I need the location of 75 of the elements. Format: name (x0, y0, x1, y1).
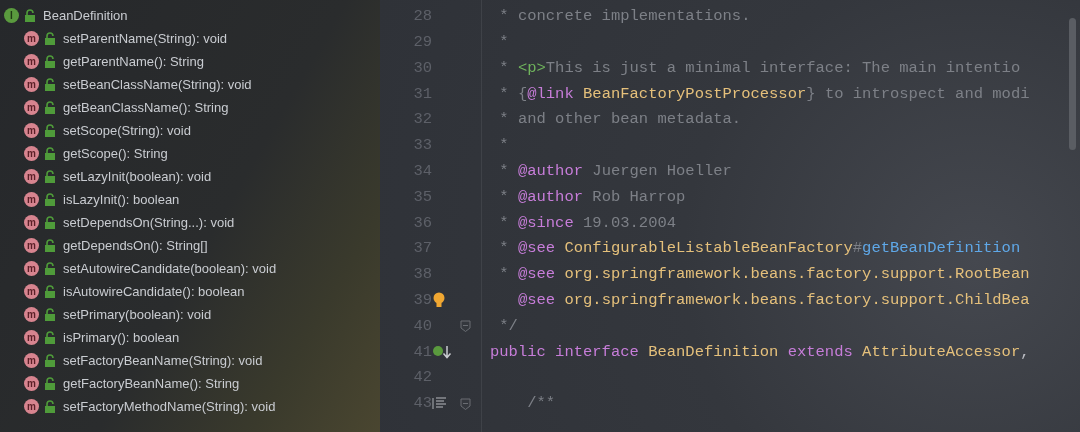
tree-item[interactable]: m setParentName(String): void (0, 27, 380, 50)
lock-icon (44, 285, 56, 298)
lock-icon (44, 78, 56, 91)
lock-icon (44, 262, 56, 275)
code-line: * {@link BeanFactoryPostProcessor} to introspect and modi (498, 83, 1030, 105)
method-icon: m (24, 307, 39, 322)
code-line: * @author Rob Harrop (498, 186, 686, 208)
scrollbar[interactable] (1069, 18, 1076, 150)
method-icon: m (24, 215, 39, 230)
tree-item[interactable]: m getBeanClassName(): String (0, 96, 380, 119)
tree-item[interactable]: m isAutowireCandidate(): boolean (0, 280, 380, 303)
tree-item[interactable]: m isPrimary(): boolean (0, 326, 380, 349)
tree-item[interactable]: m setBeanClassName(String): void (0, 73, 380, 96)
code-line: /** (526, 393, 556, 415)
method-icon: m (24, 330, 39, 345)
method-icon: m (24, 100, 39, 115)
tree-item[interactable]: m setScope(String): void (0, 119, 380, 142)
code-line: @see org.springframework.beans.factory.support.ChildBea (516, 290, 1030, 312)
code-line: */ (498, 315, 518, 337)
lock-icon (44, 32, 56, 45)
code-line: public interface BeanDefinition extends AttributeAccessor, (490, 341, 1030, 363)
method-icon: m (24, 399, 39, 414)
lock-icon (44, 400, 56, 413)
tree-item[interactable]: m setFactoryMethodName(String): void (0, 395, 380, 418)
lock-icon (44, 147, 56, 160)
code-line: * concrete implementations. (498, 6, 751, 28)
lock-icon (44, 170, 56, 183)
interface-icon: I (4, 8, 19, 23)
implemented-icon[interactable] (432, 344, 452, 361)
lock-icon (44, 377, 56, 390)
lock-icon (24, 9, 36, 22)
code-line: * @author Juergen Hoeller (498, 161, 732, 183)
doc-lines-icon[interactable] (432, 397, 447, 411)
tree-item[interactable]: m setFactoryBeanName(String): void (0, 349, 380, 372)
tree-item[interactable]: m setPrimary(boolean): void (0, 303, 380, 326)
method-icon: m (24, 238, 39, 253)
lock-icon (44, 101, 56, 114)
lock-icon (44, 331, 56, 344)
lock-icon (44, 193, 56, 206)
lock-icon (44, 239, 56, 252)
code-line: * and other bean metadata. (498, 109, 742, 131)
method-icon: m (24, 192, 39, 207)
tree-item[interactable]: m setLazyInit(boolean): void (0, 165, 380, 188)
tree-item[interactable]: m getFactoryBeanName(): String (0, 372, 380, 395)
method-icon: m (24, 284, 39, 299)
lock-icon (44, 55, 56, 68)
tree-item[interactable]: I BeanDefinition (0, 4, 380, 27)
tree-item[interactable]: m isLazyInit(): boolean (0, 188, 380, 211)
method-icon: m (24, 261, 39, 276)
lock-icon (44, 124, 56, 137)
code-line: * @since 19.03.2004 (498, 212, 677, 234)
method-icon: m (24, 146, 39, 161)
tree-item[interactable]: m getParentName(): String (0, 50, 380, 73)
bulb-icon[interactable] (432, 292, 446, 310)
code-line: * @see org.springframework.beans.factory.support.RootBean (498, 264, 1030, 286)
method-icon: m (24, 353, 39, 368)
method-icon: m (24, 123, 39, 138)
fold-icon[interactable] (460, 320, 471, 333)
lock-icon (44, 216, 56, 229)
code-line: * @see ConfigurableListableBeanFactory#getBeanDefinition (498, 238, 1021, 260)
code-line: * (498, 135, 509, 157)
method-icon: m (24, 376, 39, 391)
fold-icon[interactable] (460, 397, 471, 410)
code-line: * (498, 32, 509, 54)
code-line: * <p>This is just a minimal interface: The main intentio (498, 57, 1021, 79)
method-icon: m (24, 54, 39, 69)
method-icon: m (24, 77, 39, 92)
method-icon: m (24, 169, 39, 184)
lock-icon (44, 354, 56, 367)
tree-item[interactable]: m getScope(): String (0, 142, 380, 165)
lock-icon (44, 308, 56, 321)
tree-item[interactable]: m getDependsOn(): String[] (0, 234, 380, 257)
tree-item[interactable]: m setAutowireCandidate(boolean): void (0, 257, 380, 280)
method-icon: m (24, 31, 39, 46)
tree-item[interactable]: m setDependsOn(String...): void (0, 211, 380, 234)
